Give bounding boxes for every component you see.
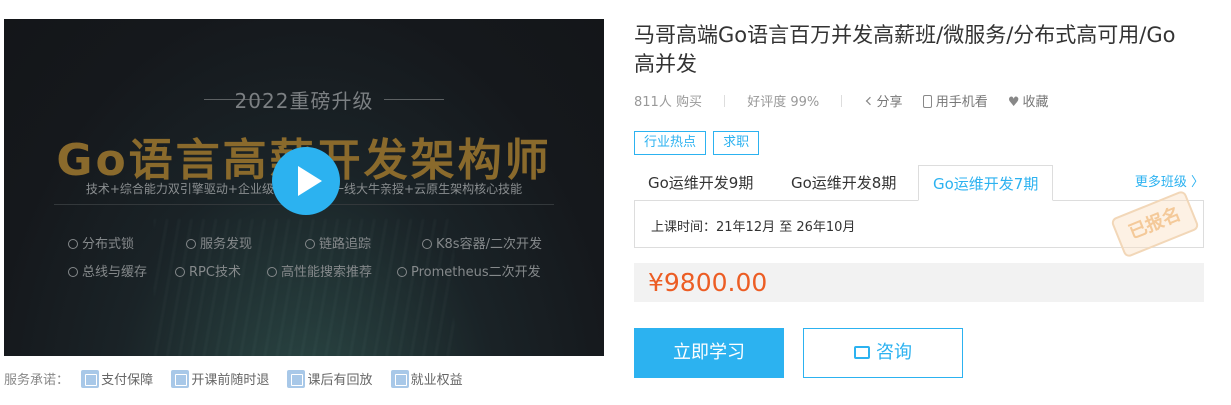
promise-item: 课后有回放 [287,369,372,388]
promise-item: 就业权益 [390,369,463,388]
check-icon [68,267,78,277]
course-detail-page: 2022重磅升级 Go语言高薪开发架构师 技术+综合能力双引擎驱动+企业级实战案… [0,0,1231,405]
check-icon [175,267,185,277]
mobile-view-button[interactable]: 用手机看 [922,95,988,110]
chat-icon [854,346,870,359]
feature-item: RPC技术 [175,261,241,280]
study-now-button[interactable]: 立即学习 [634,328,784,378]
feature-item: 高性能搜索推荐 [267,261,372,280]
feature-item: 服务发现 [186,233,252,252]
consult-button[interactable]: 咨询 [803,328,963,378]
feature-item: K8s容器/二次开发 [422,233,542,252]
promise-label: 服务承诺： [4,373,70,388]
feature-item: Prometheus二次开发 [397,261,541,280]
course-video-banner[interactable]: 2022重磅升级 Go语言高薪开发架构师 技术+综合能力双引擎驱动+企业级实战案… [4,19,604,356]
promise-item: 支付保障 [81,369,153,388]
check-icon [305,239,315,249]
meta-separator [724,95,726,107]
replay-icon [287,370,306,388]
tag-industry-hot[interactable]: 行业热点 [634,131,707,155]
feature-item: 链路追踪 [305,233,371,252]
check-icon [68,239,78,249]
check-icon [422,239,432,249]
course-meta: 811人 购买 好评度 99% 分享 用手机看 ♥ 收藏 [634,91,1065,110]
tab-class-9[interactable]: Go运维开发9期 [634,165,767,201]
refund-icon [171,370,190,388]
share-button[interactable]: 分享 [865,95,903,110]
check-icon [267,267,277,277]
employment-icon [390,370,409,388]
consult-label: 咨询 [876,342,912,363]
banner-year: 2022重磅升级 [234,89,374,113]
play-icon[interactable] [272,147,340,215]
feature-item: 总线与缓存 [68,261,147,280]
heart-icon: ♥ [1007,95,1020,110]
promise-item: 开课前随时退 [171,369,269,388]
favorite-button[interactable]: ♥ 收藏 [1008,95,1049,110]
course-price: ¥9800.00 [648,268,768,297]
class-term-panel: 上课时间：21年12月 至 26年10月 已报名 [634,189,1204,259]
course-title: 马哥高端Go语言百万并发高薪班/微服务/分布式高可用/Go高并发 [634,23,1176,76]
class-tabs: Go运维开发9期 Go运维开发8期 Go运维开发7期 更多班级 〉 [634,165,1204,201]
year-line-right [384,99,444,100]
meta-separator [841,95,843,107]
tag-job[interactable]: 求职 [713,131,760,155]
check-icon [186,239,196,249]
share-icon [865,96,874,106]
check-icon [397,267,407,277]
tab-class-8[interactable]: Go运维开发8期 [777,165,910,201]
course-tags: 行业热点 求职 [634,131,761,155]
class-term: 上课时间：21年12月 至 26年10月 [651,220,856,235]
feature-item: 分布式锁 [68,233,134,252]
payment-guarantee-icon [81,370,100,388]
phone-icon [922,95,932,108]
service-promise: 服务承诺： 支付保障 开课前随时退 课后有回放 就业权益 [4,369,477,388]
rating: 好评度 99% [747,95,820,110]
price-panel: ¥9800.00 [634,263,1204,302]
tab-class-7[interactable]: Go运维开发7期 [918,165,1054,201]
buyer-count: 811人 购买 [634,95,702,110]
enrolled-stamp: 已报名 [1110,189,1200,259]
